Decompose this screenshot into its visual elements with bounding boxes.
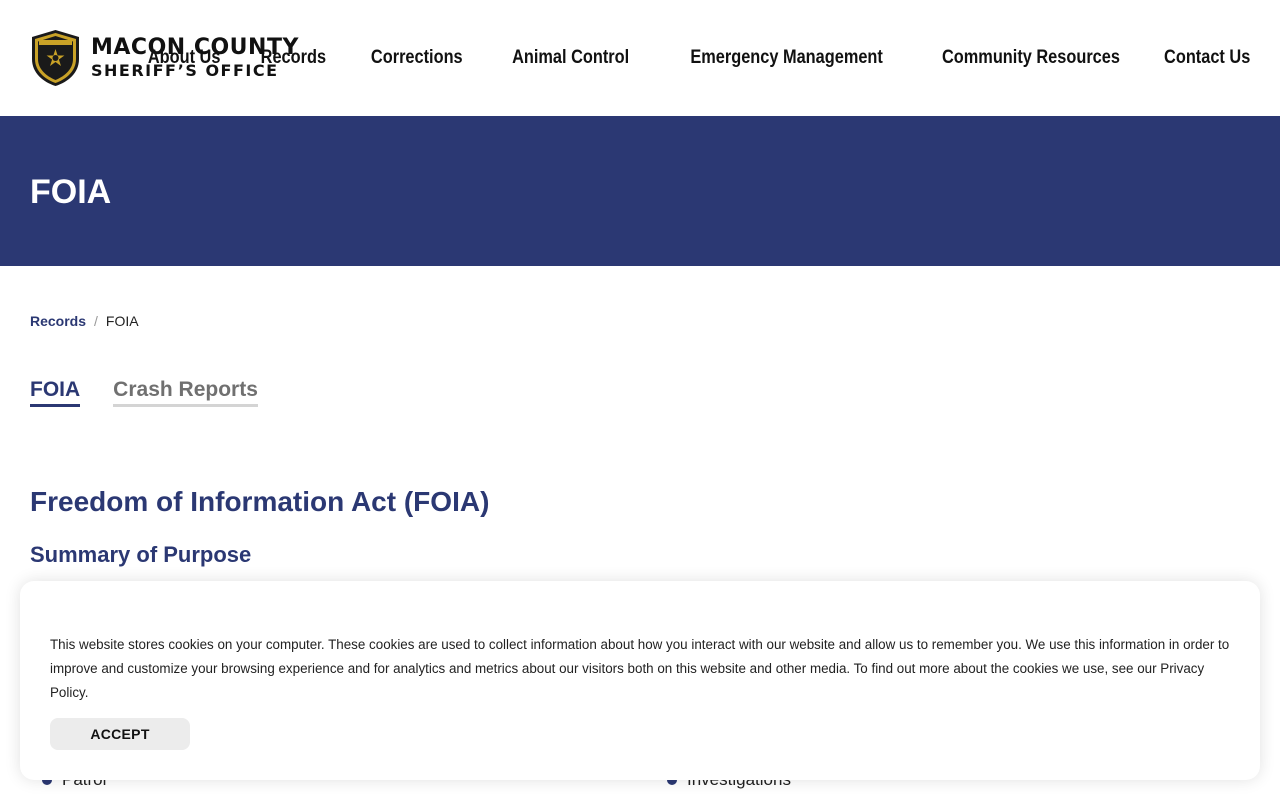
cookie-consent-banner: This website stores cookies on your comp… [20, 581, 1260, 780]
page-banner: FOIA [0, 116, 1280, 266]
accept-cookies-button[interactable]: ACCEPT [50, 718, 190, 750]
nav-item-records[interactable]: Records [261, 47, 326, 69]
nav-item-emergency-management[interactable]: Emergency Management [690, 47, 883, 69]
main-nav: About Us Records Corrections Animal Cont… [136, 47, 1250, 69]
tab-foia[interactable]: FOIA [30, 378, 81, 407]
page-title: FOIA [30, 173, 112, 211]
nav-item-corrections[interactable]: Corrections [371, 47, 463, 69]
site-header: MACON COUNTY SHERIFF’S OFFICE About Us R… [0, 0, 1280, 116]
breadcrumb-current: FOIA [105, 313, 139, 329]
section-heading: Freedom of Information Act (FOIA) [30, 486, 490, 517]
tab-crash-reports[interactable]: Crash Reports [113, 378, 258, 407]
breadcrumb-link-records[interactable]: Records [30, 313, 86, 329]
sheriff-badge-icon [32, 30, 79, 86]
nav-item-community-resources[interactable]: Community Resources [942, 47, 1120, 69]
breadcrumb-separator: / [94, 313, 98, 329]
cookie-message: This website stores cookies on your comp… [50, 637, 1230, 700]
section-subheading: Summary of Purpose [30, 542, 252, 567]
nav-item-contact-us[interactable]: Contact Us [1164, 47, 1250, 69]
nav-item-animal-control[interactable]: Animal Control [512, 47, 629, 69]
nav-item-about-us[interactable]: About Us [147, 47, 220, 69]
breadcrumb: Records / FOIA [30, 313, 139, 329]
content-tabs: FOIA Crash Reports [30, 378, 258, 407]
